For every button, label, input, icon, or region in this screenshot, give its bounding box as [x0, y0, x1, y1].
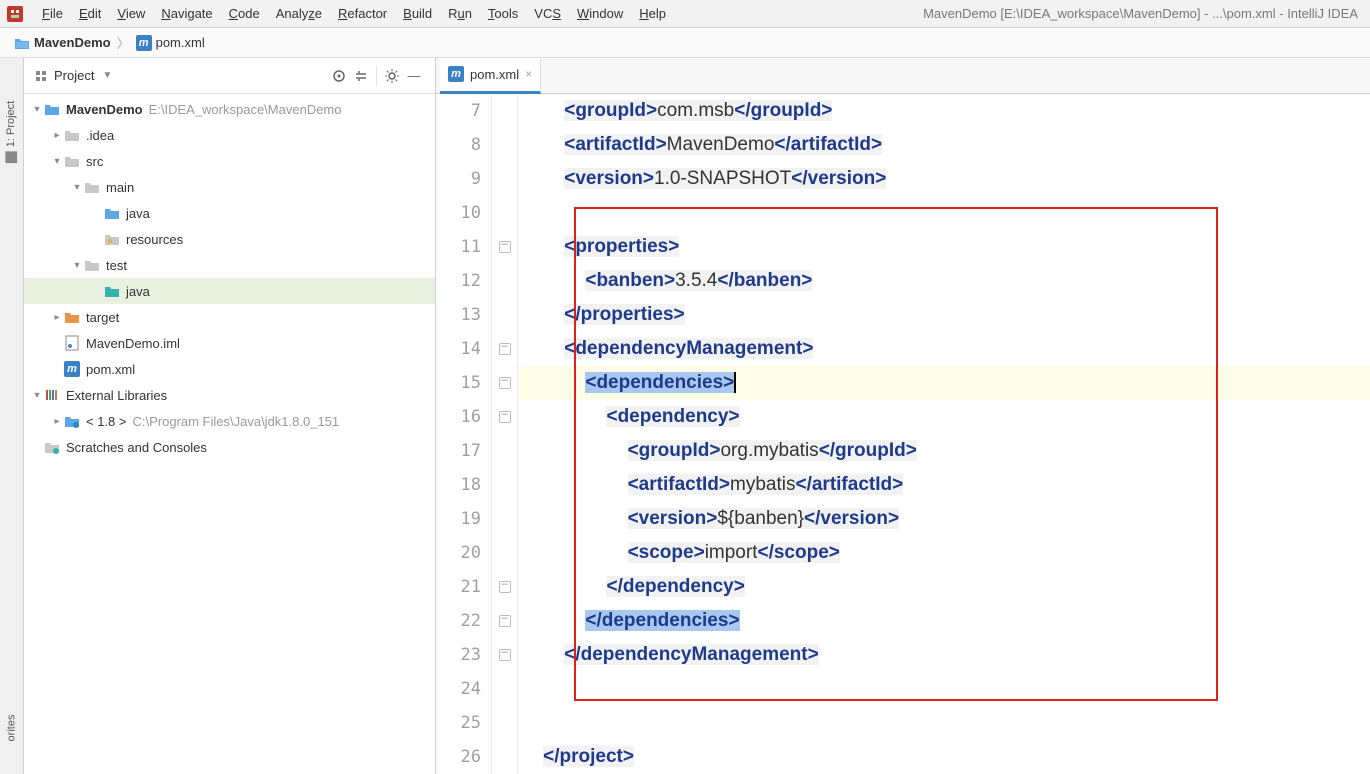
tree-src[interactable]: ▾ src [24, 148, 435, 174]
menu-run[interactable]: Run [440, 4, 480, 23]
tree-jdk[interactable]: ▸ < 1.8 > C:\Program Files\Java\jdk1.8.0… [24, 408, 435, 434]
tree-resources[interactable]: resources [24, 226, 435, 252]
tree-scratches[interactable]: Scratches and Consoles [24, 434, 435, 460]
settings-icon[interactable] [381, 65, 403, 87]
editor-body[interactable]: 7891011121314151617181920212223242526 <g… [436, 94, 1370, 774]
tree-external[interactable]: ▾ External Libraries [24, 382, 435, 408]
locate-icon[interactable] [328, 65, 350, 87]
chevron-down-icon: ▾ [30, 390, 44, 401]
chevron-down-icon: ▾ [30, 104, 44, 115]
project-header: Project ▼ — [24, 58, 435, 94]
breadcrumb-separator-icon: 〉 [115, 33, 132, 52]
menu-edit[interactable]: Edit [71, 4, 109, 23]
hide-icon[interactable]: — [403, 65, 425, 87]
tab-pom[interactable]: m pom.xml × [440, 58, 541, 94]
chevron-right-icon: ▸ [50, 312, 64, 323]
sidebar-rail: 1: Project orites [0, 58, 24, 774]
menu-vcs[interactable]: VCS [526, 4, 569, 23]
tree-root[interactable]: ▾ MavenDemo E:\IDEA_workspace\MavenDemo [24, 96, 435, 122]
menu-file[interactable]: File [34, 4, 71, 23]
menu-navigate[interactable]: Navigate [153, 4, 220, 23]
menu-view[interactable]: View [109, 4, 153, 23]
code-area[interactable]: <groupId>com.msb</groupId> <artifactId>M… [518, 94, 1370, 774]
menu-help[interactable]: Help [631, 4, 674, 23]
chevron-down-icon: ▾ [50, 156, 64, 167]
chevron-down-icon: ▼ [102, 70, 112, 81]
menu-refactor[interactable]: Refactor [330, 4, 395, 23]
chevron-down-icon: ▾ [70, 260, 84, 271]
tree-main-java[interactable]: java [24, 200, 435, 226]
menu-bar: File Edit View Navigate Code Analyze Ref… [0, 0, 1370, 28]
tree-iml[interactable]: MavenDemo.iml [24, 330, 435, 356]
tree-test[interactable]: ▾ test [24, 252, 435, 278]
collapse-all-icon[interactable] [350, 65, 372, 87]
editor-tabs: m pom.xml × [436, 58, 1370, 94]
chevron-right-icon: ▸ [50, 416, 64, 427]
tree-pom[interactable]: m pom.xml [24, 356, 435, 382]
close-icon[interactable]: × [525, 67, 532, 81]
window-title: MavenDemo [E:\IDEA_workspace\MavenDemo] … [923, 6, 1364, 21]
maven-file-icon: m [136, 35, 152, 51]
fold-gutter [492, 94, 518, 774]
line-number-gutter: 7891011121314151617181920212223242526 [436, 94, 492, 774]
chevron-down-icon: ▾ [70, 182, 84, 193]
menu-build[interactable]: Build [395, 4, 440, 23]
project-tree[interactable]: ▾ MavenDemo E:\IDEA_workspace\MavenDemo … [24, 94, 435, 774]
project-title[interactable]: Project ▼ [34, 68, 112, 83]
maven-file-icon: m [448, 66, 464, 82]
tree-main[interactable]: ▾ main [24, 174, 435, 200]
tree-target[interactable]: ▸ target [24, 304, 435, 330]
rail-project-tab[interactable]: 1: Project [6, 101, 18, 163]
project-panel: Project ▼ — ▾ MavenDemo E:\IDEA_workspac… [24, 58, 436, 774]
app-logo-icon [6, 5, 24, 23]
tree-idea[interactable]: ▸ .idea [24, 122, 435, 148]
menu-analyze[interactable]: Analyze [268, 4, 330, 23]
breadcrumb: MavenDemo 〉 m pom.xml [0, 28, 1370, 58]
breadcrumb-file[interactable]: m pom.xml [132, 33, 209, 53]
chevron-right-icon: ▸ [50, 130, 64, 141]
menu-tools[interactable]: Tools [480, 4, 526, 23]
rail-favorites-tab[interactable]: orites [6, 715, 18, 742]
tree-test-java[interactable]: java [24, 278, 435, 304]
menu-window[interactable]: Window [569, 4, 631, 23]
menu-code[interactable]: Code [221, 4, 268, 23]
breadcrumb-root[interactable]: MavenDemo [10, 33, 115, 52]
maven-file-icon: m [64, 361, 80, 377]
editor: m pom.xml × 7891011121314151617181920212… [436, 58, 1370, 774]
